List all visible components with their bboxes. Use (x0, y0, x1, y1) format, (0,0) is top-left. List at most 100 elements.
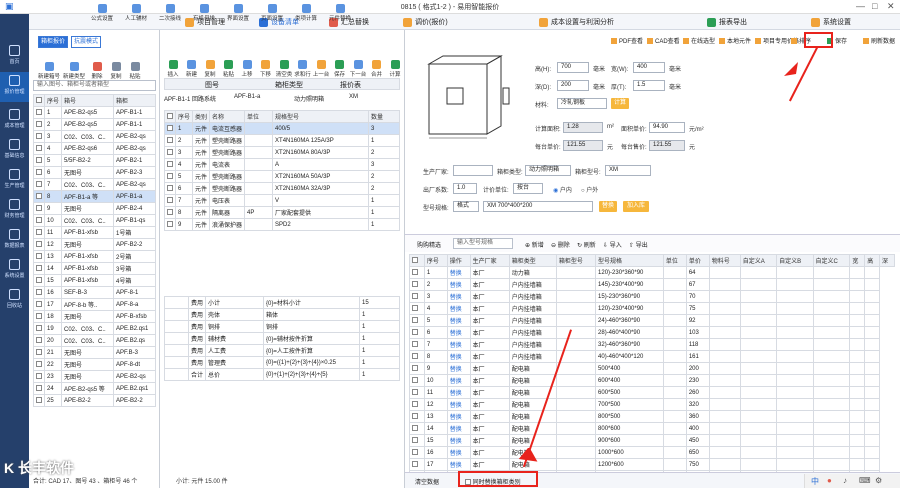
row-check-cell[interactable] (33, 250, 45, 263)
bom-tool-button[interactable]: 计算 (386, 60, 404, 78)
table-row[interactable]: 13 替换 本厂 配电箱 800*500 360 (409, 410, 895, 423)
copy-button[interactable]: 复制 (107, 62, 125, 80)
table-row[interactable]: 14 APF-B1-xfsb 3号箱 (33, 262, 156, 275)
row-check-cell[interactable] (409, 446, 425, 459)
row-check-cell[interactable] (409, 350, 425, 363)
bom-tool-button[interactable]: 保存 (331, 60, 349, 78)
table-row[interactable]: 3 C02、C03、C.. APE-B2-qs (33, 130, 156, 143)
library-delete-button[interactable]: ⊖ 删除 (551, 240, 570, 249)
table-row[interactable]: 17 替换 本厂 配电箱 1200*600 750 (409, 458, 895, 471)
bom-tool-button[interactable]: 求和行 (294, 60, 312, 78)
replace-link[interactable]: 替换 (446, 434, 471, 447)
bom-tool-button[interactable]: 上一台 (312, 60, 330, 78)
row-check-cell[interactable] (164, 134, 176, 147)
table-row[interactable]: 1 APE-B2-qs5 APF-B1-1 (33, 106, 156, 119)
path-cabinet[interactable]: APF-B1-a (234, 94, 260, 100)
table-row[interactable]: 1 元件 电流互感器 400/5 3 (164, 122, 400, 135)
sidebar-item-finance[interactable]: 财务管理 (0, 196, 29, 226)
replace-link[interactable]: 替换 (446, 266, 471, 279)
row-check-cell[interactable] (33, 334, 45, 347)
check-header[interactable] (409, 254, 425, 267)
row-checkbox[interactable] (36, 109, 42, 116)
calculate-button[interactable]: 计算 (611, 98, 629, 109)
row-checkbox[interactable] (167, 137, 173, 144)
row-checkbox[interactable] (36, 133, 42, 140)
row-check-cell[interactable] (409, 386, 425, 399)
row-check-cell[interactable] (164, 182, 176, 195)
row-check-cell[interactable] (33, 358, 45, 371)
table-row[interactable]: 4 替换 本厂 户内挂墙箱 120)-230*400*90 75 (409, 302, 895, 315)
table-row[interactable]: 17 APF-8-b 等.. APF-8-a (33, 298, 156, 311)
table-row[interactable]: 1 替换 本厂 动力箱 120)-230*360*90 64 (409, 266, 895, 279)
menu-pricing[interactable]: 调价(报价) (403, 17, 448, 28)
table-row[interactable]: 22 无图号 APF-8-dt (33, 358, 156, 371)
summary-row[interactable]: 费用 人工费 {0}=人工按件折算 1 (164, 344, 400, 357)
table-row[interactable]: 7 元件 电压表 V 1 (164, 194, 400, 207)
table-row[interactable]: 19 C02、C03、C.. APE.B2.qs1 (33, 322, 156, 335)
radio-indoor[interactable]: ◉ 户内 (553, 185, 572, 194)
bom-tool-button[interactable]: 上移 (238, 60, 256, 78)
row-checkbox[interactable] (412, 269, 418, 276)
row-checkbox[interactable] (36, 217, 42, 224)
sidebar-item-production[interactable]: 生产管理 (0, 166, 29, 196)
maximize-icon[interactable]: □ (872, 1, 877, 12)
row-check-cell[interactable] (33, 238, 45, 251)
tab-cabinet-type[interactable]: 箱柜类型 (275, 80, 303, 90)
bom-tool-button[interactable]: 下移 (257, 60, 275, 78)
row-check-cell[interactable] (33, 382, 45, 395)
row-check-cell[interactable] (164, 158, 176, 171)
menu-export[interactable]: 报表导出 (707, 17, 747, 28)
select-all-checkbox[interactable] (167, 113, 173, 120)
tab-seismic-mode[interactable]: 抗震模式 (71, 36, 101, 48)
table-row[interactable]: 7 C02、C03、C.. APE-B2-qs (33, 178, 156, 191)
table-row[interactable]: 5 5/5F-B2-2 APF-B2-1 (33, 154, 156, 167)
top-tool-button[interactable]: 类项计算 (290, 4, 322, 22)
replace-link[interactable]: 替换 (446, 314, 471, 327)
table-row[interactable]: 25 APE-B2-2 APE-B2-2 (33, 394, 156, 407)
row-checkbox[interactable] (167, 173, 173, 180)
tab-cabinet-quote[interactable]: 箱柜报价 (38, 36, 68, 48)
bom-tool-button[interactable]: 粘贴 (220, 60, 238, 78)
table-row[interactable]: 9 无图号 APF-B2-4 (33, 202, 156, 215)
tab-quote-sheet[interactable]: 报价表 (340, 80, 361, 90)
row-checkbox[interactable] (412, 425, 418, 432)
row-check-cell[interactable] (33, 106, 45, 119)
row-check-cell[interactable] (164, 122, 176, 135)
table-row[interactable]: 15 APF-B1-xfsb 4号箱 (33, 274, 156, 287)
row-checkbox[interactable] (36, 277, 42, 284)
row-checkbox[interactable] (36, 313, 42, 320)
table-row[interactable]: 11 APF-B1-xfsb 1号箱 (33, 226, 156, 239)
sidebar-item-reports[interactable]: 数据报表 (0, 226, 29, 256)
cabinet-type-select[interactable]: 动力照明箱 (525, 165, 571, 176)
row-check-cell[interactable] (33, 142, 45, 155)
table-row[interactable]: 5 替换 本厂 户内挂墙箱 24)-460*360*90 92 (409, 314, 895, 327)
radio-outdoor[interactable]: ○ 户外 (581, 185, 598, 194)
row-check-cell[interactable] (164, 146, 176, 159)
material-select[interactable]: 冷轧钢板 (557, 98, 607, 109)
sidebar-item-cost[interactable]: 成本管理 (0, 106, 29, 136)
replace-link[interactable]: 替换 (446, 338, 471, 351)
row-check-cell[interactable] (409, 302, 425, 315)
table-row[interactable]: 2 元件 塑壳断路器 XT4N160MA 125A/3P 1 (164, 134, 400, 147)
table-row[interactable]: 8 替换 本厂 户内挂墙箱 40)-460*400*120 161 (409, 350, 895, 363)
top-tool-button[interactable]: 界面设置 (222, 4, 254, 22)
row-checkbox[interactable] (412, 413, 418, 420)
replace-link[interactable]: 替换 (446, 386, 471, 399)
table-row[interactable]: 9 替换 本厂 配电箱 500*400 200 (409, 362, 895, 375)
table-row[interactable]: 13 APF-B1-xfsb 2号箱 (33, 250, 156, 263)
row-checkbox[interactable] (412, 377, 418, 384)
table-row[interactable]: 7 替换 本厂 户内挂墙箱 32)-460*360*90 118 (409, 338, 895, 351)
table-row[interactable]: 12 无图号 APF-B2-2 (33, 238, 156, 251)
row-checkbox[interactable] (36, 193, 42, 200)
table-row[interactable]: 4 元件 电流表 A 3 (164, 158, 400, 171)
row-check-cell[interactable] (33, 118, 45, 131)
row-check-cell[interactable] (33, 370, 45, 383)
summary-row[interactable]: 费用 辅材费 {0}=辅材按件折算 1 (164, 332, 400, 345)
replace-link[interactable]: 替换 (446, 422, 471, 435)
manufacturer-field[interactable] (453, 165, 493, 176)
row-checkbox[interactable] (412, 305, 418, 312)
detail-tool-button[interactable]: CAD查看 (647, 36, 680, 45)
row-checkbox[interactable] (36, 253, 42, 260)
row-check-cell[interactable] (33, 190, 45, 203)
table-row[interactable]: 2 APE-B2-qs5 APF-B1-1 (33, 118, 156, 131)
